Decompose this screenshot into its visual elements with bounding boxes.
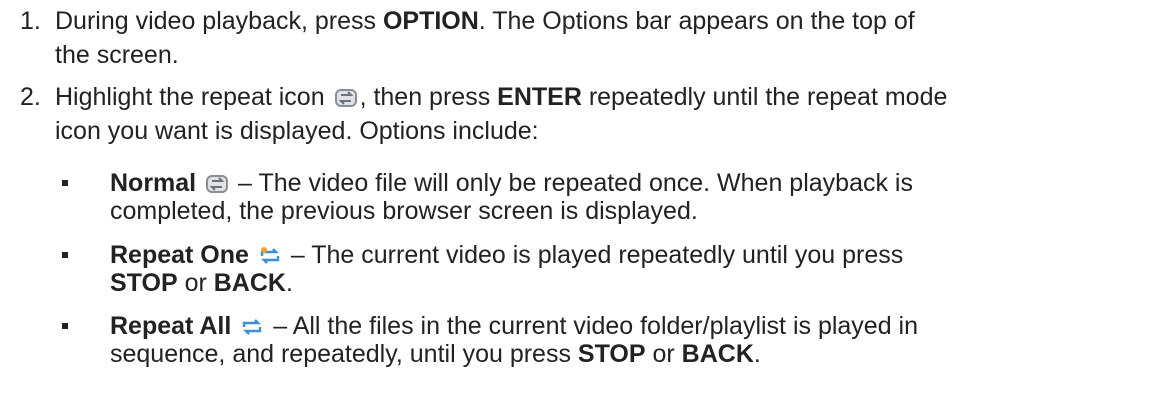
bullet xyxy=(62,252,68,258)
step-2-line-1: Highlight the repeat icon , then press E… xyxy=(55,80,947,118)
step-2-line-2: icon you want is displayed. Options incl… xyxy=(55,117,539,145)
step-number: 1. xyxy=(20,7,41,35)
option-repeat-one: Repeat One – The current video is played… xyxy=(0,238,1157,308)
step-1: 1. During video playback, press OPTION. … xyxy=(0,4,1157,74)
option-normal: Normal – The video file will only be rep… xyxy=(0,166,1157,236)
bullet xyxy=(62,180,68,186)
bullet xyxy=(62,323,68,329)
option-normal-line-2: completed, the previous browser screen i… xyxy=(110,197,698,225)
option-key: OPTION xyxy=(382,7,479,35)
enter-key: ENTER xyxy=(497,83,582,111)
instruction-page: 1. During video playback, press OPTION. … xyxy=(0,0,1157,396)
step-1-line-2: the screen. xyxy=(55,41,179,69)
option-repeat-all-line-2: sequence, and repeatedly, until you pres… xyxy=(110,340,761,368)
option-repeat-all: Repeat All – All the files in the curren… xyxy=(0,309,1157,379)
step-number: 2. xyxy=(20,83,41,111)
step-1-line-1: During video playback, press OPTION. The… xyxy=(55,7,915,35)
step-2: 2. Highlight the repeat icon , then pres… xyxy=(0,80,1157,150)
repeat-normal-icon xyxy=(334,84,358,118)
option-repeat-one-line-2: STOP or BACK. xyxy=(110,269,293,297)
